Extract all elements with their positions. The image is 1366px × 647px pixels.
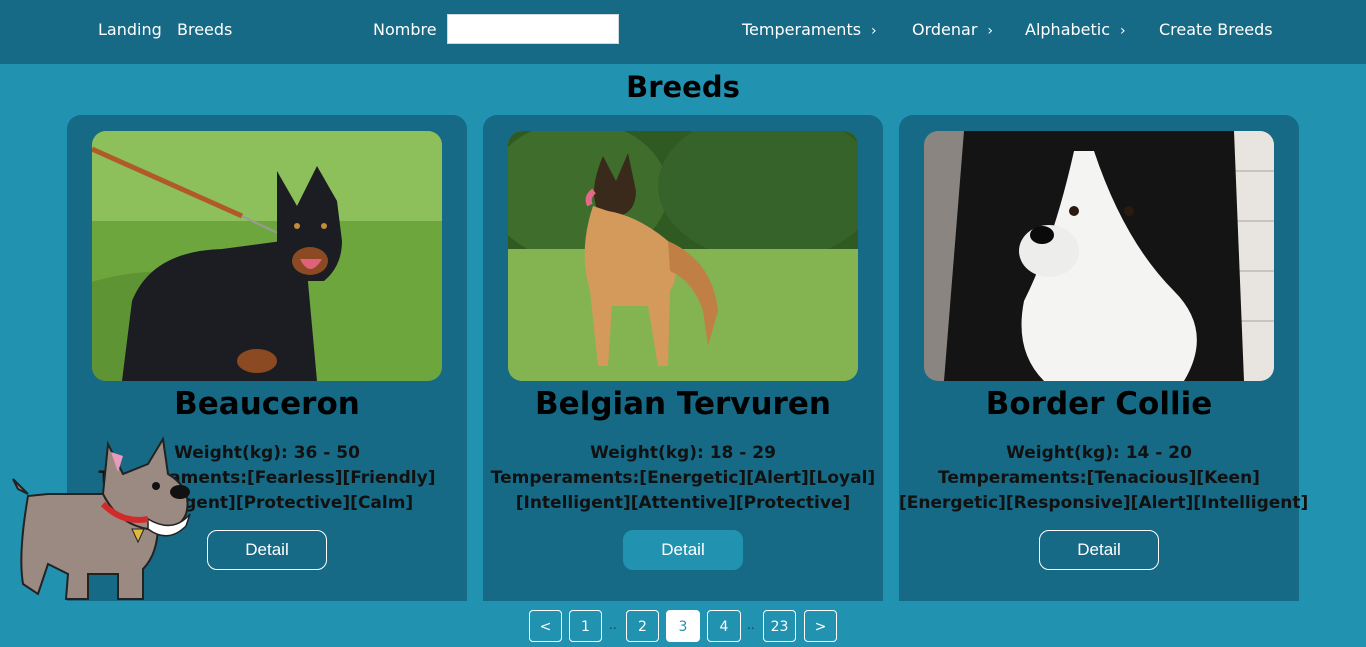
breed-temperaments-continued: [Intelligent][Attentive][Protective] bbox=[515, 493, 851, 513]
breed-photo bbox=[508, 131, 858, 381]
temperaments-filter[interactable]: Temperaments › bbox=[742, 18, 877, 42]
breed-name: Belgian Tervuren bbox=[535, 386, 831, 422]
pagination-ellipsis: .. bbox=[609, 618, 617, 632]
page-button-1[interactable]: 1 bbox=[569, 610, 602, 642]
pagination: < 1 .. 2 3 4 .. 23 > bbox=[0, 610, 1366, 644]
temperaments-label: Temperaments bbox=[742, 20, 862, 39]
breed-name: Beauceron bbox=[174, 386, 360, 422]
nav-create-breeds-link[interactable]: Create Breeds bbox=[1159, 18, 1273, 42]
navbar: Landing Breeds Nombre Temperaments › Orde… bbox=[0, 0, 1366, 64]
page-button-23[interactable]: 23 bbox=[763, 610, 796, 642]
chevron-right-icon: › bbox=[871, 23, 877, 39]
detail-button[interactable]: Detail bbox=[207, 530, 327, 570]
order-label: Ordenar bbox=[912, 20, 978, 39]
breed-photo bbox=[924, 131, 1274, 381]
breed-weight: Weight(kg): 14 - 20 bbox=[1006, 443, 1192, 463]
detail-button[interactable]: Detail bbox=[623, 530, 743, 570]
page-button-2[interactable]: 2 bbox=[626, 610, 659, 642]
breed-temperaments: Temperaments:[Tenacious][Keen] bbox=[938, 468, 1260, 488]
breed-photo bbox=[92, 131, 442, 381]
prev-page-button[interactable]: < bbox=[529, 610, 562, 642]
page-button-4[interactable]: 4 bbox=[707, 610, 741, 642]
scottish-terrier-mascot-icon bbox=[12, 436, 191, 600]
breed-name: Border Collie bbox=[985, 386, 1213, 422]
order-menu[interactable]: Ordenar › bbox=[912, 18, 993, 42]
alphabetic-menu[interactable]: Alphabetic › bbox=[1025, 18, 1126, 42]
pagination-ellipsis: .. bbox=[747, 618, 755, 632]
page-title: Breeds bbox=[626, 70, 740, 104]
chevron-right-icon: › bbox=[1120, 23, 1126, 39]
breed-temperaments: Temperaments:[Energetic][Alert][Loyal] bbox=[490, 468, 876, 488]
chevron-right-icon: › bbox=[987, 23, 994, 39]
breed-info: Weight(kg): 18 - 29 Temperaments:[Energe… bbox=[483, 441, 883, 516]
breed-temperaments-continued: [Energetic][Responsive][Alert][Intellige… bbox=[899, 493, 1309, 513]
nav-landing-link[interactable]: Landing bbox=[98, 18, 162, 42]
breed-card: Border Collie Weight(kg): 14 - 20 Temper… bbox=[899, 115, 1309, 601]
breed-card: Belgian Tervuren Weight(kg): 18 - 29 Tem… bbox=[483, 115, 883, 601]
breed-info: Weight(kg): 14 - 20 Temperaments:[Tenaci… bbox=[899, 441, 1309, 516]
page-button-3-current[interactable]: 3 bbox=[666, 610, 700, 642]
nav-breeds-link[interactable]: Breeds bbox=[177, 18, 232, 42]
alphabetic-label: Alphabetic bbox=[1025, 20, 1111, 39]
search-label: Nombre bbox=[373, 20, 437, 39]
detail-button[interactable]: Detail bbox=[1039, 530, 1159, 570]
next-page-button[interactable]: > bbox=[804, 610, 837, 642]
search-input[interactable] bbox=[447, 14, 619, 44]
breed-weight: Weight(kg): 18 - 29 bbox=[590, 443, 776, 463]
